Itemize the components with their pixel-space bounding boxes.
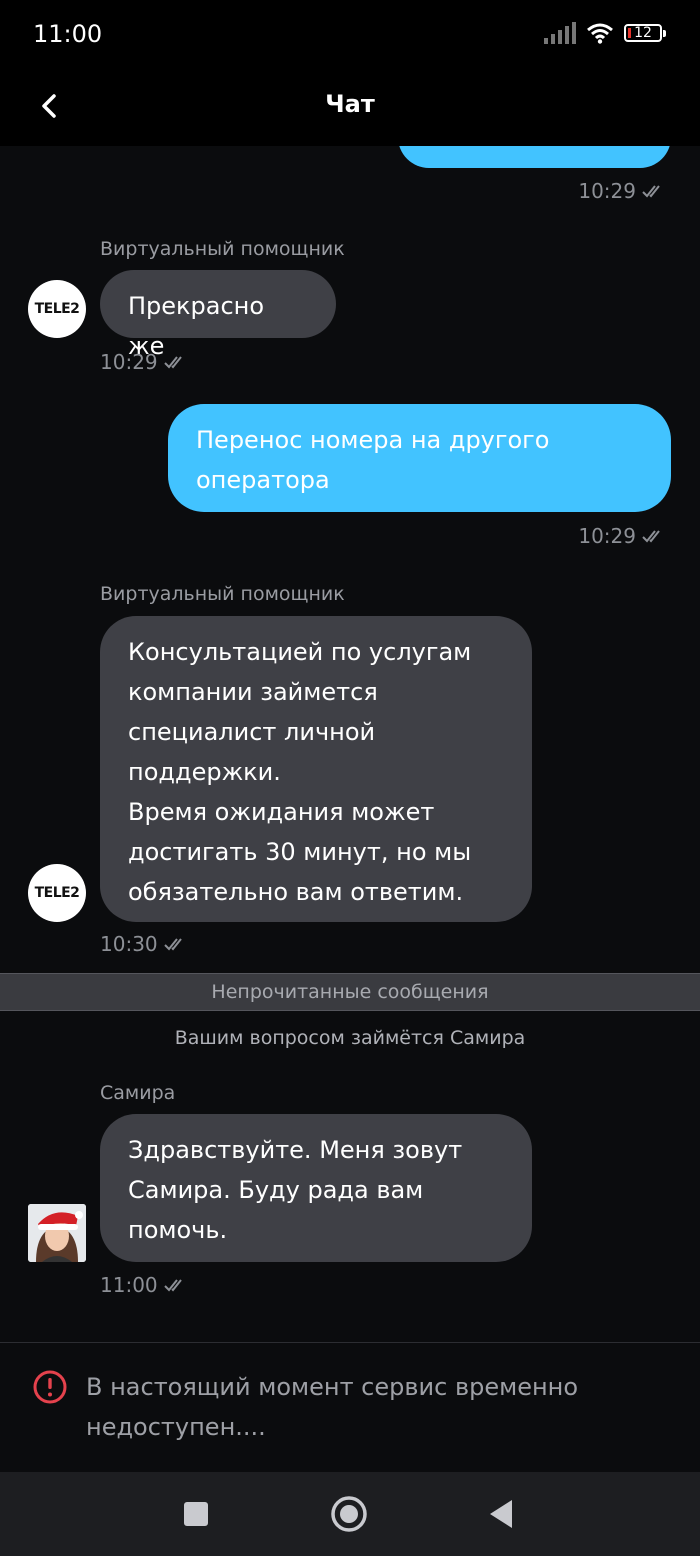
- message-meta: 10:30: [100, 932, 186, 956]
- status-bar: 11:00 12: [0, 0, 700, 70]
- notice-text: В настоящий момент сервис временно недос…: [86, 1367, 646, 1447]
- battery-icon: 12: [624, 24, 666, 42]
- notice-line: недоступен....: [86, 1413, 266, 1441]
- message-line: достигать 30 минут, но мы: [128, 838, 472, 866]
- message-time: 10:30: [100, 932, 158, 956]
- notice-line: В настоящий момент сервис временно: [86, 1373, 579, 1401]
- avatar: TELE2: [28, 864, 86, 922]
- circle-home-icon[interactable]: [329, 1494, 369, 1534]
- message-line: Здравствуйте. Меня зовут: [128, 1136, 463, 1164]
- double-check-icon: [163, 356, 182, 369]
- signal-icon: [544, 22, 576, 44]
- sender-name: Виртуальный помощник: [100, 583, 345, 605]
- message-bubble-incoming[interactable]: Консультацией по услугам компании займет…: [100, 616, 532, 922]
- sender-name: Виртуальный помощник: [100, 238, 345, 260]
- message-line: обязательно вам ответим.: [128, 878, 464, 906]
- message-bubble-outgoing[interactable]: [398, 146, 671, 168]
- message-meta: 10:29: [100, 350, 186, 374]
- chat-header: Чат: [0, 70, 700, 146]
- sender-name: Самира: [100, 1082, 176, 1104]
- message-time: 10:29: [100, 350, 158, 374]
- message-time: 10:29: [578, 524, 636, 548]
- status-time: 11:00: [33, 20, 103, 48]
- system-message: Вашим вопросом займётся Самира: [174, 1027, 526, 1049]
- system-navigation-bar: [0, 1472, 700, 1556]
- message-meta: 10:29: [578, 524, 664, 548]
- square-icon[interactable]: [176, 1494, 216, 1534]
- page-title: Чат: [325, 90, 375, 118]
- message-bubble-incoming[interactable]: Здравствуйте. Меня зовут Самира. Буду ра…: [100, 1114, 532, 1262]
- message-meta: 11:00: [100, 1273, 186, 1297]
- tele2-logo: TELE2: [34, 885, 80, 901]
- message-line: Время ожидания может: [128, 798, 435, 826]
- message-line: специалист личной: [128, 718, 376, 746]
- message-time: 11:00: [100, 1273, 158, 1297]
- chat-messages[interactable]: 10:29 Виртуальный помощник TELE2 Прекрас…: [0, 146, 700, 1342]
- battery-level: 12: [634, 25, 652, 41]
- double-check-icon: [163, 938, 182, 951]
- message-bubble-outgoing[interactable]: Перенос номера на другого оператора: [168, 404, 671, 512]
- alert-circle-icon: [33, 1370, 67, 1404]
- avatar: [28, 1204, 86, 1262]
- status-icons: 12: [544, 22, 666, 44]
- agent-photo: [28, 1204, 86, 1262]
- message-line: Перенос номера на другого: [196, 426, 550, 454]
- message-line: помочь.: [128, 1216, 228, 1244]
- message-line: Консультацией по услугам: [128, 638, 472, 666]
- unread-divider: Непрочитанные сообщения: [0, 973, 700, 1011]
- message-line: Самира. Буду рада вам: [128, 1176, 424, 1204]
- wifi-icon: [587, 23, 613, 44]
- triangle-back-icon[interactable]: [482, 1494, 522, 1534]
- message-line: оператора: [196, 466, 330, 494]
- avatar: TELE2: [28, 280, 86, 338]
- message-time: 10:29: [578, 179, 636, 203]
- service-unavailable-notice: В настоящий момент сервис временно недос…: [0, 1342, 700, 1473]
- message-bubble-incoming[interactable]: Прекрасно же: [100, 270, 336, 360]
- message-meta: 10:29: [578, 179, 664, 203]
- message-line: компании займется: [128, 678, 378, 706]
- double-check-icon: [642, 530, 660, 543]
- double-check-icon: [642, 185, 660, 198]
- message-line: поддержки.: [128, 758, 281, 786]
- double-check-icon: [163, 1279, 182, 1292]
- tele2-logo: TELE2: [34, 301, 80, 317]
